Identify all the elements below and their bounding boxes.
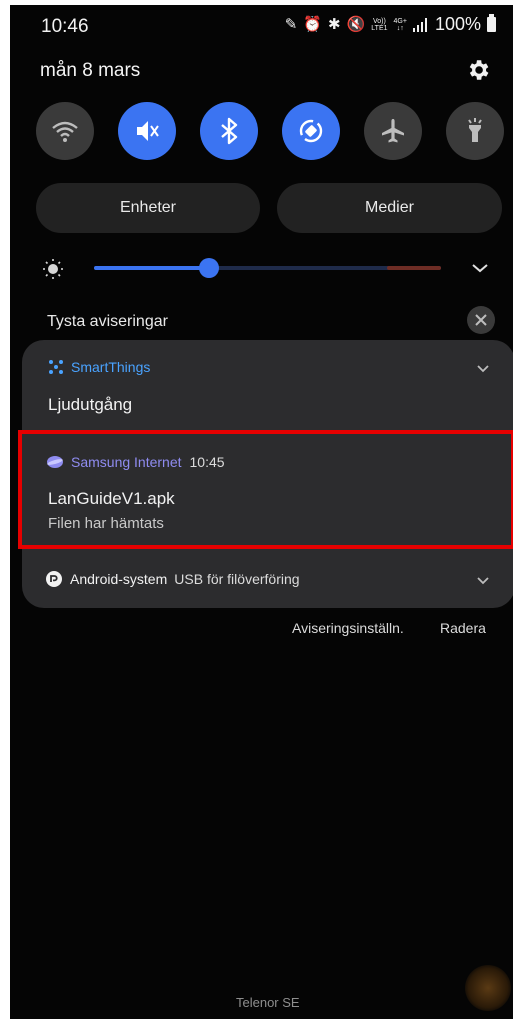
no-disturb-pen-icon: ✎ (284, 15, 298, 33)
flashlight-icon (468, 118, 482, 142)
wifi-icon (52, 121, 78, 142)
media-button[interactable]: Medier (277, 183, 502, 233)
brightness-thumb[interactable] (198, 258, 219, 278)
rotate-icon (299, 119, 323, 143)
brightness-warm-zone (387, 266, 441, 270)
chevron-down-icon[interactable] (475, 575, 491, 587)
blurred-background-glow (465, 965, 511, 1011)
gear-icon[interactable] (465, 57, 491, 83)
android-system-icon (46, 571, 62, 587)
autorotate-toggle[interactable] (282, 102, 340, 160)
volte-top-label: Vo)) (372, 17, 386, 25)
bluetooth-icon (221, 117, 238, 145)
brightness-slider[interactable] (94, 258, 441, 278)
carrier-label: Telenor SE (236, 995, 300, 1010)
mute-icon (137, 121, 159, 141)
notification-time: 10:45 (189, 454, 225, 470)
sound-toggle[interactable] (118, 102, 176, 160)
network-indicator: 4G+ ↓↑ (394, 18, 407, 32)
download-filename: LanGuideV1.apk (48, 489, 175, 508)
battery-percent: 100% (434, 14, 481, 34)
volte-bottom-label: LTE1 (371, 24, 388, 32)
airplane-icon (382, 119, 404, 143)
chevron-down-icon[interactable] (469, 260, 491, 276)
android-system-row[interactable]: Android-system USB för filöverföring (46, 571, 300, 587)
status-bar: 10:46 ✎ ⏰ ✱ 🔇 Vo)) LTE1 4G+ ↓↑ 100% (10, 5, 513, 49)
notification-shade: 10:46 ✎ ⏰ ✱ 🔇 Vo)) LTE1 4G+ ↓↑ 100% mån … (10, 5, 513, 1019)
volte-indicator: Vo)) LTE1 (371, 18, 387, 32)
wifi-toggle[interactable] (36, 102, 94, 160)
devices-button[interactable]: Enheter (36, 183, 260, 233)
date-label: mån 8 mars (40, 60, 141, 81)
battery-icon (487, 14, 496, 32)
android-system-message: USB för filöverföring (174, 571, 300, 587)
close-icon[interactable] (467, 306, 495, 334)
bluetooth-status-icon: ✱ (328, 15, 341, 33)
status-time: 10:46 (41, 16, 89, 37)
silent-notifications-label: Tysta aviseringar (47, 313, 168, 330)
smartthings-title[interactable]: Ljudutgång (48, 395, 132, 415)
network-activity-label: ↓↑ (396, 24, 404, 32)
network-type-label: 4G+ (393, 17, 407, 25)
clear-all-link[interactable]: Radera (440, 620, 486, 636)
mute-status-icon: 🔇 (346, 15, 366, 33)
smartthings-app-name: SmartThings (71, 359, 151, 375)
quick-toggles (36, 102, 504, 160)
download-status: Filen har hämtats (48, 515, 164, 532)
notification-settings-link[interactable]: Aviseringsinställn. (292, 620, 404, 636)
smartthings-icon (49, 360, 63, 374)
smartthings-app-row[interactable]: SmartThings (48, 359, 150, 375)
alarm-icon: ⏰ (303, 15, 323, 33)
status-icons: ✎ ⏰ ✱ 🔇 Vo)) LTE1 4G+ ↓↑ 100% (285, 14, 496, 35)
flashlight-toggle[interactable] (446, 102, 504, 160)
bluetooth-toggle[interactable] (200, 102, 258, 160)
samsung-internet-app-row: Samsung Internet 10:45 (46, 454, 225, 470)
chevron-down-icon[interactable] (475, 363, 491, 375)
brightness-icon (43, 259, 63, 279)
signal-icon (412, 17, 427, 32)
samsung-internet-icon (47, 456, 63, 468)
android-system-app-name: Android-system (70, 571, 168, 587)
brightness-fill (94, 266, 209, 270)
airplane-toggle[interactable] (364, 102, 422, 160)
samsung-internet-app-name: Samsung Internet (71, 454, 182, 470)
